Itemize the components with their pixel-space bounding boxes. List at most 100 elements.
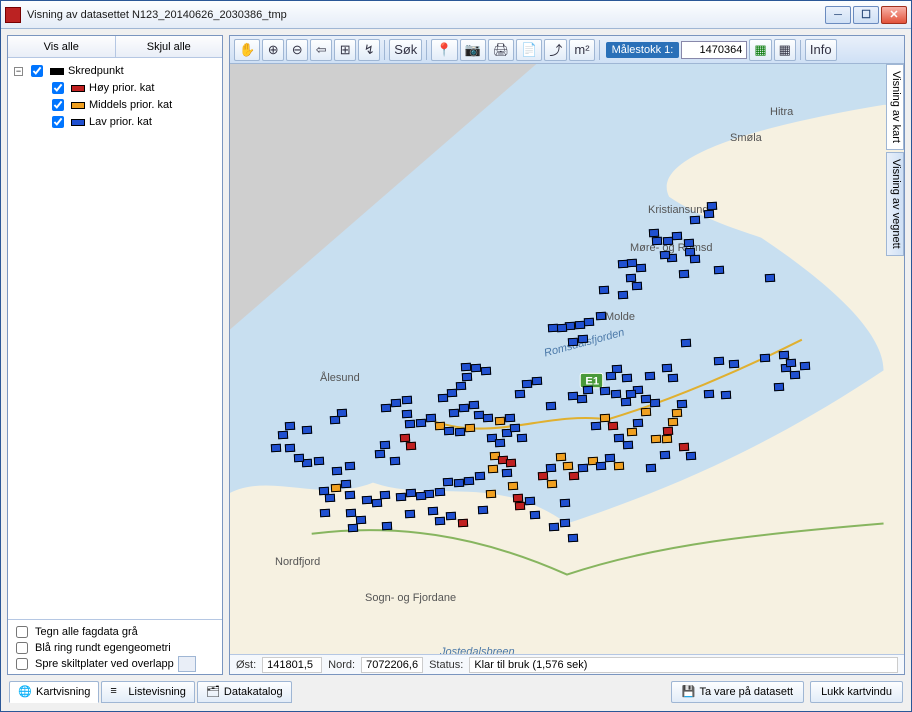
- data-point[interactable]: [341, 480, 351, 489]
- data-point[interactable]: [662, 364, 672, 373]
- data-point[interactable]: [623, 441, 633, 450]
- data-point[interactable]: [575, 321, 585, 330]
- data-point[interactable]: [690, 216, 700, 225]
- data-point[interactable]: [606, 372, 616, 381]
- expand-icon[interactable]: −: [14, 67, 23, 76]
- data-point[interactable]: [548, 324, 558, 333]
- data-point[interactable]: [704, 210, 714, 219]
- titlebar[interactable]: Visning av datasettet N123_20140626_2030…: [1, 1, 911, 29]
- print-tool[interactable]: 🖨: [488, 39, 515, 61]
- data-point[interactable]: [679, 443, 689, 452]
- data-point[interactable]: [618, 260, 628, 269]
- data-point[interactable]: [508, 482, 518, 491]
- maximize-button[interactable]: ☐: [853, 6, 879, 24]
- data-point[interactable]: [522, 380, 532, 389]
- layer-checkbox[interactable]: [52, 116, 64, 128]
- data-point[interactable]: [800, 362, 810, 371]
- data-point[interactable]: [568, 338, 578, 347]
- data-point[interactable]: [578, 464, 588, 473]
- data-point[interactable]: [714, 357, 724, 366]
- root-checkbox[interactable]: [31, 65, 43, 77]
- data-point[interactable]: [760, 354, 770, 363]
- data-point[interactable]: [381, 404, 391, 413]
- data-point[interactable]: [627, 428, 637, 437]
- data-point[interactable]: [435, 517, 445, 526]
- data-point[interactable]: [345, 462, 355, 471]
- data-point[interactable]: [285, 444, 295, 453]
- back-tool[interactable]: ⇦: [310, 39, 332, 61]
- data-point[interactable]: [517, 434, 527, 443]
- tab-hide-all[interactable]: Skjul alle: [116, 36, 223, 57]
- data-point[interactable]: [532, 377, 542, 386]
- data-point[interactable]: [568, 392, 578, 401]
- data-point[interactable]: [391, 399, 401, 408]
- select-tool[interactable]: ↯: [358, 39, 380, 61]
- data-point[interactable]: [790, 371, 800, 380]
- data-point[interactable]: [406, 489, 416, 498]
- data-point[interactable]: [346, 509, 356, 518]
- data-point[interactable]: [455, 428, 465, 437]
- data-point[interactable]: [416, 492, 426, 501]
- data-point[interactable]: [681, 339, 691, 348]
- data-point[interactable]: [495, 417, 505, 426]
- tab-kartvisning[interactable]: 🌐Kartvisning: [9, 681, 99, 703]
- opt-gray[interactable]: Tegn alle fagdata grå: [12, 624, 218, 640]
- data-point[interactable]: [478, 506, 488, 515]
- data-point[interactable]: [563, 462, 573, 471]
- data-point[interactable]: [530, 511, 540, 520]
- data-point[interactable]: [614, 434, 624, 443]
- data-point[interactable]: [779, 351, 789, 360]
- data-point[interactable]: [557, 324, 567, 333]
- data-point[interactable]: [600, 387, 610, 396]
- data-point[interactable]: [331, 484, 341, 493]
- data-point[interactable]: [765, 274, 775, 283]
- data-point[interactable]: [596, 462, 606, 471]
- data-point[interactable]: [660, 451, 670, 460]
- data-point[interactable]: [633, 419, 643, 428]
- data-point[interactable]: [400, 434, 410, 443]
- data-point[interactable]: [714, 266, 724, 275]
- data-point[interactable]: [356, 516, 366, 525]
- data-point[interactable]: [446, 512, 456, 521]
- data-point[interactable]: [502, 469, 512, 478]
- data-point[interactable]: [618, 291, 628, 300]
- grid-tool[interactable]: ▦: [774, 39, 796, 61]
- data-point[interactable]: [294, 454, 304, 463]
- data-point[interactable]: [583, 386, 593, 395]
- data-point[interactable]: [454, 479, 464, 488]
- copy-icon[interactable]: [178, 656, 196, 672]
- data-point[interactable]: [786, 359, 796, 368]
- data-point[interactable]: [641, 408, 651, 417]
- data-point[interactable]: [651, 435, 661, 444]
- data-point[interactable]: [332, 467, 342, 476]
- data-point[interactable]: [506, 459, 516, 468]
- data-point[interactable]: [471, 364, 481, 373]
- data-point[interactable]: [481, 367, 491, 376]
- data-point[interactable]: [660, 251, 670, 260]
- data-point[interactable]: [396, 493, 406, 502]
- data-point[interactable]: [627, 259, 637, 268]
- data-point[interactable]: [652, 237, 662, 246]
- data-point[interactable]: [320, 509, 330, 518]
- opt-ring[interactable]: Blå ring rundt egengeometri: [12, 640, 218, 656]
- data-point[interactable]: [447, 389, 457, 398]
- data-point[interactable]: [464, 477, 474, 486]
- tab-datakatalog[interactable]: 🗂Datakatalog: [197, 681, 292, 703]
- data-point[interactable]: [729, 360, 739, 369]
- data-point[interactable]: [662, 435, 672, 444]
- map-canvas[interactable]: E1 Visning av kart Visning av vegnett Hi…: [230, 64, 904, 654]
- data-point[interactable]: [636, 264, 646, 273]
- zoom-out-tool[interactable]: ⊖: [286, 39, 308, 61]
- data-point[interactable]: [599, 286, 609, 295]
- data-point[interactable]: [626, 274, 636, 283]
- data-point[interactable]: [525, 497, 535, 506]
- minimize-button[interactable]: ─: [825, 6, 851, 24]
- data-point[interactable]: [704, 390, 714, 399]
- data-point[interactable]: [405, 420, 415, 429]
- opt-ring-checkbox[interactable]: [16, 642, 28, 654]
- data-point[interactable]: [462, 373, 472, 382]
- data-point[interactable]: [438, 394, 448, 403]
- data-point[interactable]: [774, 383, 784, 392]
- search-button[interactable]: Søk: [389, 39, 422, 61]
- tree-item-1[interactable]: Middels prior. kat: [48, 97, 216, 113]
